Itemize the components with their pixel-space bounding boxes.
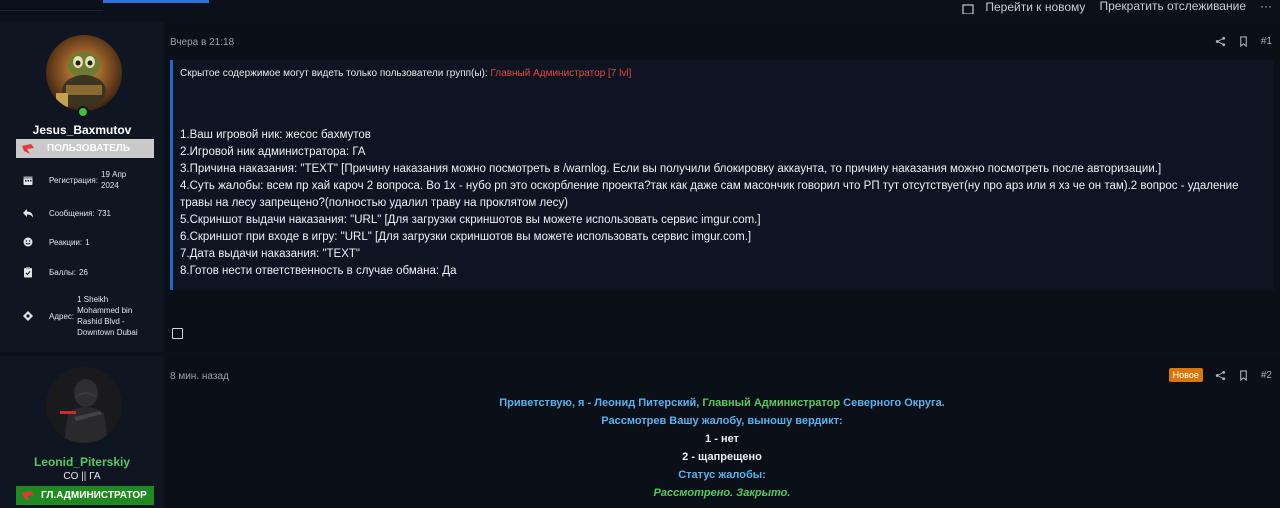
stat-label: Реакции: bbox=[49, 237, 83, 247]
active-tab-indicator bbox=[103, 0, 209, 3]
username[interactable]: Jesus_Baxmutov bbox=[0, 123, 164, 137]
reviewed-line: Рассмотрев Вашу жалобу, выношу вердикт: bbox=[601, 415, 843, 427]
complaint-line: 5.Скриншот выдачи наказания: "URL" [Для … bbox=[180, 214, 761, 226]
stat-label: Сообщения: bbox=[49, 208, 95, 218]
avatar[interactable] bbox=[46, 35, 122, 111]
stat-value: 1 bbox=[85, 237, 90, 247]
reply-icon bbox=[23, 209, 33, 218]
avatar-image bbox=[46, 35, 122, 111]
toolbar-divider bbox=[0, 10, 103, 11]
go-to-new-link[interactable]: Перейти к новому bbox=[962, 0, 1085, 14]
stat-messages: Сообщения: 731 bbox=[22, 207, 152, 219]
location-icon bbox=[23, 311, 33, 321]
stat-label: Регистрация: bbox=[49, 175, 98, 185]
new-badge: Новое bbox=[1168, 368, 1203, 382]
more-options-icon[interactable]: ··· bbox=[1260, 0, 1272, 14]
role-logo-icon bbox=[22, 490, 34, 501]
user-panel: Jesus_Baxmutov ПОЛЬЗОВАТЕЛЬ Регистрация:… bbox=[0, 22, 164, 352]
go-to-new-icon bbox=[962, 4, 974, 14]
greeting-line: Приветствую, я - Леонид Питерский, Главн… bbox=[164, 394, 1280, 412]
stat-value: 1 Sheikh Mohammed bin Rashid Blvd - Down… bbox=[77, 295, 138, 337]
complaint-line: 3.Причина наказания: "TEXT" [Причину нак… bbox=[180, 163, 1162, 175]
username[interactable]: Leonid_Piterskiy bbox=[0, 455, 164, 469]
stat-registration: Регистрация: 19 Апр 2024 bbox=[22, 169, 152, 191]
verdict-item-1: 1 - нет bbox=[705, 433, 739, 445]
clipboard-icon bbox=[24, 267, 32, 278]
post-date[interactable]: Вчера в 21:18 bbox=[170, 37, 234, 48]
stat-points: Баллы: 26 bbox=[22, 266, 152, 278]
stat-label: Адрес: bbox=[49, 311, 75, 321]
stat-value: 19 Апр 2024 bbox=[101, 170, 127, 190]
online-status-dot bbox=[77, 106, 89, 118]
select-post-checkbox[interactable] bbox=[172, 328, 183, 339]
complaint-line: 2.Игровой ник администратора: ГА bbox=[180, 146, 366, 158]
post-content: 8 мин. назад Новое #2 Приветствую, я - Л… bbox=[164, 356, 1280, 508]
user-role-label: ПОЛЬЗОВАТЕЛЬ bbox=[47, 143, 131, 154]
share-icon[interactable] bbox=[1215, 36, 1226, 47]
complaint-line: 8.Готов нести ответственность в случае о… bbox=[180, 265, 457, 277]
greeting-role: Главный Администратор bbox=[702, 397, 841, 409]
complaint-line: 7.Дата выдачи наказания: "TEXT" bbox=[180, 248, 361, 260]
go-to-new-label: Перейти к новому bbox=[985, 1, 1086, 14]
verdict-item-2: 2 - щапрещено bbox=[682, 451, 762, 463]
smile-icon bbox=[23, 237, 33, 247]
role-logo-icon bbox=[22, 143, 34, 154]
post-number[interactable]: #2 bbox=[1261, 370, 1272, 381]
user-role-banner: ПОЛЬЗОВАТЕЛЬ bbox=[16, 139, 154, 158]
thread-toolbar: Перейти к новому Прекратить отслеживание… bbox=[0, 0, 1280, 22]
stat-value: 26 bbox=[79, 267, 88, 277]
greeting-text: Приветствую, я - Леонид Питерский, bbox=[499, 397, 700, 409]
avatar[interactable] bbox=[46, 367, 122, 443]
complaint-text: 1.Ваш игровой ник: жесос бахмутов 2.Игро… bbox=[180, 127, 1260, 280]
stop-watching-link[interactable]: Прекратить отслеживание bbox=[1099, 0, 1246, 14]
bookmark-icon[interactable] bbox=[1238, 36, 1249, 47]
complaint-line: 4.Суть жалобы: всем пр хай кароч 2 вопро… bbox=[180, 180, 1239, 209]
post-content: Вчера в 21:18 #1 Скрытое содержимое могу… bbox=[164, 22, 1280, 352]
hidden-group-link[interactable]: Главный Администратор [7 lvl] bbox=[490, 68, 631, 79]
post-2: Leonid_Piterskiy CO || ГА ГЛ.АДМИНИСТРАТ… bbox=[0, 356, 1280, 508]
bookmark-icon[interactable] bbox=[1238, 369, 1249, 381]
avatar-image bbox=[46, 367, 122, 443]
post-1: Jesus_Baxmutov ПОЛЬЗОВАТЕЛЬ Регистрация:… bbox=[0, 22, 1280, 352]
hidden-notice-text: Скрытое содержимое могут видеть только п… bbox=[180, 68, 488, 79]
complaint-line: 1.Ваш игровой ник: жесос бахмутов bbox=[180, 129, 371, 141]
stat-address: Адрес: 1 Sheikh Mohammed bin Rashid Blvd… bbox=[22, 294, 152, 338]
hidden-content-notice: Скрытое содержимое могут видеть только п… bbox=[180, 68, 631, 79]
user-title: CO || ГА bbox=[63, 471, 101, 482]
verdict-body: Приветствую, я - Леонид Питерский, Главн… bbox=[164, 394, 1280, 502]
stat-value: 731 bbox=[97, 208, 111, 218]
thread-actions: Перейти к новому Прекратить отслеживание… bbox=[962, 0, 1272, 22]
post-tools: #1 bbox=[1215, 36, 1272, 47]
user-panel: Leonid_Piterskiy CO || ГА ГЛ.АДМИНИСТРАТ… bbox=[0, 356, 164, 508]
stat-label: Баллы: bbox=[49, 267, 77, 277]
complaint-line: 6.Скриншот при входе в игру: "URL" [Для … bbox=[180, 231, 752, 243]
share-icon[interactable] bbox=[1215, 370, 1226, 381]
post-body: Скрытое содержимое могут видеть только п… bbox=[170, 60, 1274, 290]
calendar-icon bbox=[23, 176, 33, 185]
status-value: Рассмотрено. Закрыто. bbox=[653, 487, 791, 499]
greeting-region: Северного Округа. bbox=[843, 397, 945, 409]
post-tools: Новое #2 bbox=[1168, 368, 1272, 382]
user-role-banner: ГЛ.АДМИНИСТРАТОР bbox=[16, 486, 154, 505]
status-label: Статус жалобы: bbox=[678, 469, 766, 481]
post-date[interactable]: 8 мин. назад bbox=[170, 371, 229, 382]
stat-reactions: Реакции: 1 bbox=[22, 236, 152, 248]
user-role-label: ГЛ.АДМИНИСТРАТОР bbox=[41, 490, 147, 501]
post-number[interactable]: #1 bbox=[1261, 36, 1272, 47]
